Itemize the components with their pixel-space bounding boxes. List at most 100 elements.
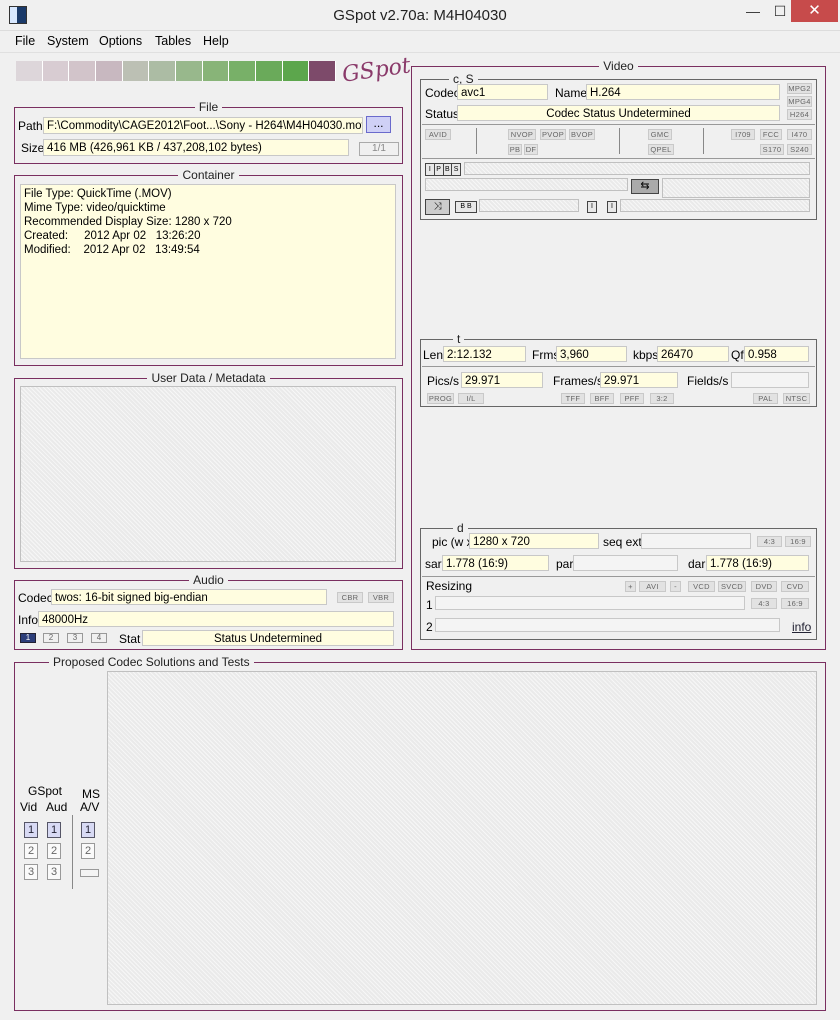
info-link[interactable]: info <box>792 620 811 634</box>
gspot-label: GSpot <box>28 784 63 798</box>
flag-pff: PFF <box>620 393 644 404</box>
menu-options[interactable]: Options <box>99 34 142 48</box>
resize-cvd-button[interactable]: CVD <box>781 581 809 592</box>
video-codec-label: Codec <box>425 86 460 100</box>
divider <box>422 158 815 159</box>
flag-bvop: BVOP <box>569 129 595 140</box>
video-codec-field: avc1 <box>457 84 548 100</box>
audio-stream-2[interactable]: 2 <box>43 633 59 643</box>
logo-bar-segment <box>42 61 70 81</box>
menu-system[interactable]: System <box>47 34 89 48</box>
menu-file[interactable]: File <box>15 34 35 48</box>
seq-ext-field <box>641 533 751 549</box>
i-marker-right-icon: I <box>607 201 617 213</box>
page-indicator: 1/1 <box>359 142 399 156</box>
bb-marker-icon: B B <box>455 201 477 213</box>
audio-stream-4[interactable]: 4 <box>91 633 107 643</box>
len-label: Len <box>423 348 444 362</box>
ms-av-extra-box[interactable] <box>80 869 99 877</box>
audio-group-title: Audio <box>189 573 228 587</box>
flag-pvop: PVOP <box>540 129 566 140</box>
divider <box>422 124 815 125</box>
resize-43-flag: 4:3 <box>751 598 777 609</box>
path-field[interactable]: F:\Commodity\CAGE2012\Foot...\Sony - H26… <box>43 117 363 134</box>
flag-df: DF <box>524 144 538 155</box>
logo-bar-segment <box>229 61 257 81</box>
logo-bar-segment <box>309 61 337 81</box>
zoom-icon[interactable]: ⤨ <box>425 199 450 215</box>
flag-s240: S240 <box>787 144 812 155</box>
flag-mpg4: MPG4 <box>787 96 812 107</box>
flag-i709: I709 <box>731 129 755 140</box>
resize-row1-label: 1 <box>426 598 433 612</box>
gspot-vid-1-button[interactable]: 1 <box>24 822 38 838</box>
resize-row2-label: 2 <box>426 620 433 634</box>
resize-plus-button[interactable]: + <box>625 581 636 592</box>
audio-codec-label: Codec <box>18 591 53 605</box>
frames-field: 29.971 <box>600 372 678 388</box>
aspect-169-flag: 16:9 <box>785 536 811 547</box>
dar-field: 1.778 (16:9) <box>706 555 809 571</box>
audio-stream-1[interactable]: 1 <box>20 633 36 643</box>
frame-type-s: S <box>452 164 460 175</box>
proposed-solutions-box[interactable] <box>107 671 817 1005</box>
sar-field: 1.778 (16:9) <box>442 555 549 571</box>
container-group-title: Container <box>178 168 239 182</box>
bframe-graph <box>479 199 579 212</box>
ms-av-2-button[interactable]: 2 <box>81 843 95 859</box>
flag-h264: H264 <box>787 109 812 120</box>
flag-il: I/L <box>458 393 484 404</box>
flag-i470: I470 <box>787 129 812 140</box>
flag-pal: PAL <box>753 393 778 404</box>
resize-minus-button[interactable]: - <box>670 581 681 592</box>
container-line-3: Recommended Display Size: 1280 x 720 <box>24 216 232 228</box>
d-title: d <box>453 521 468 535</box>
logo-bar-segment <box>202 61 230 81</box>
pic-field: 1280 x 720 <box>469 533 599 549</box>
close-button[interactable]: ✕ <box>791 0 838 22</box>
flag-ntsc: NTSC <box>783 393 810 404</box>
gspot-aud-2-button[interactable]: 2 <box>47 843 61 859</box>
flag-qpel: QPEL <box>648 144 674 155</box>
user-data-box[interactable] <box>20 386 396 562</box>
divider <box>422 576 815 577</box>
gspot-vid-3-button[interactable]: 3 <box>24 864 38 880</box>
par-label: par <box>556 557 574 571</box>
flag-32: 3:2 <box>650 393 674 404</box>
size-field: 416 MB (426,961 KB / 437,208,102 bytes) <box>43 139 349 156</box>
separator <box>72 815 73 889</box>
flag-s170: S170 <box>760 144 784 155</box>
frame-type-b: B <box>443 164 453 175</box>
container-line-4: Created: 2012 Apr 02 13:26:20 <box>24 230 201 242</box>
gspot-vid-2-button[interactable]: 2 <box>24 843 38 859</box>
resize-svcd-button[interactable]: SVCD <box>718 581 746 592</box>
resize-vcd-button[interactable]: VCD <box>688 581 715 592</box>
ms-av-1-button[interactable]: 1 <box>81 822 95 838</box>
file-group-title: File <box>194 100 223 114</box>
menu-help[interactable]: Help <box>203 34 229 48</box>
audio-codec-field: twos: 16-bit signed big-endian <box>51 589 327 605</box>
logo-bar-segment <box>16 61 43 81</box>
gspot-logo: GSpot <box>340 53 413 88</box>
logo-bar-segment <box>96 61 123 81</box>
gspot-aud-1-button[interactable]: 1 <box>47 822 61 838</box>
video-name-label: Name <box>555 86 588 100</box>
frame-type-i: I <box>426 164 435 175</box>
audio-stream-3[interactable]: 3 <box>67 633 83 643</box>
container-line-1: File Type: QuickTime (.MOV) <box>24 188 172 200</box>
len-field: 2:12.132 <box>443 346 526 362</box>
resize-avi-button[interactable]: AVI <box>639 581 666 592</box>
audio-stat-field: Status Undetermined <box>142 630 394 646</box>
separator <box>703 128 704 154</box>
menu-tables[interactable]: Tables <box>155 34 191 48</box>
gspot-aud-3-button[interactable]: 3 <box>47 864 61 880</box>
gop-nav-icon[interactable]: ⇆ <box>631 179 659 194</box>
audio-cbr-flag: CBR <box>337 592 363 603</box>
resize-169-flag: 16:9 <box>781 598 809 609</box>
video-status-label: Status <box>425 107 460 121</box>
browse-button[interactable]: ... <box>366 116 391 133</box>
resize-dvd-button[interactable]: DVD <box>751 581 777 592</box>
frame-graph <box>464 162 810 175</box>
iframe-graph <box>620 199 810 212</box>
dar-label: dar <box>688 557 706 571</box>
